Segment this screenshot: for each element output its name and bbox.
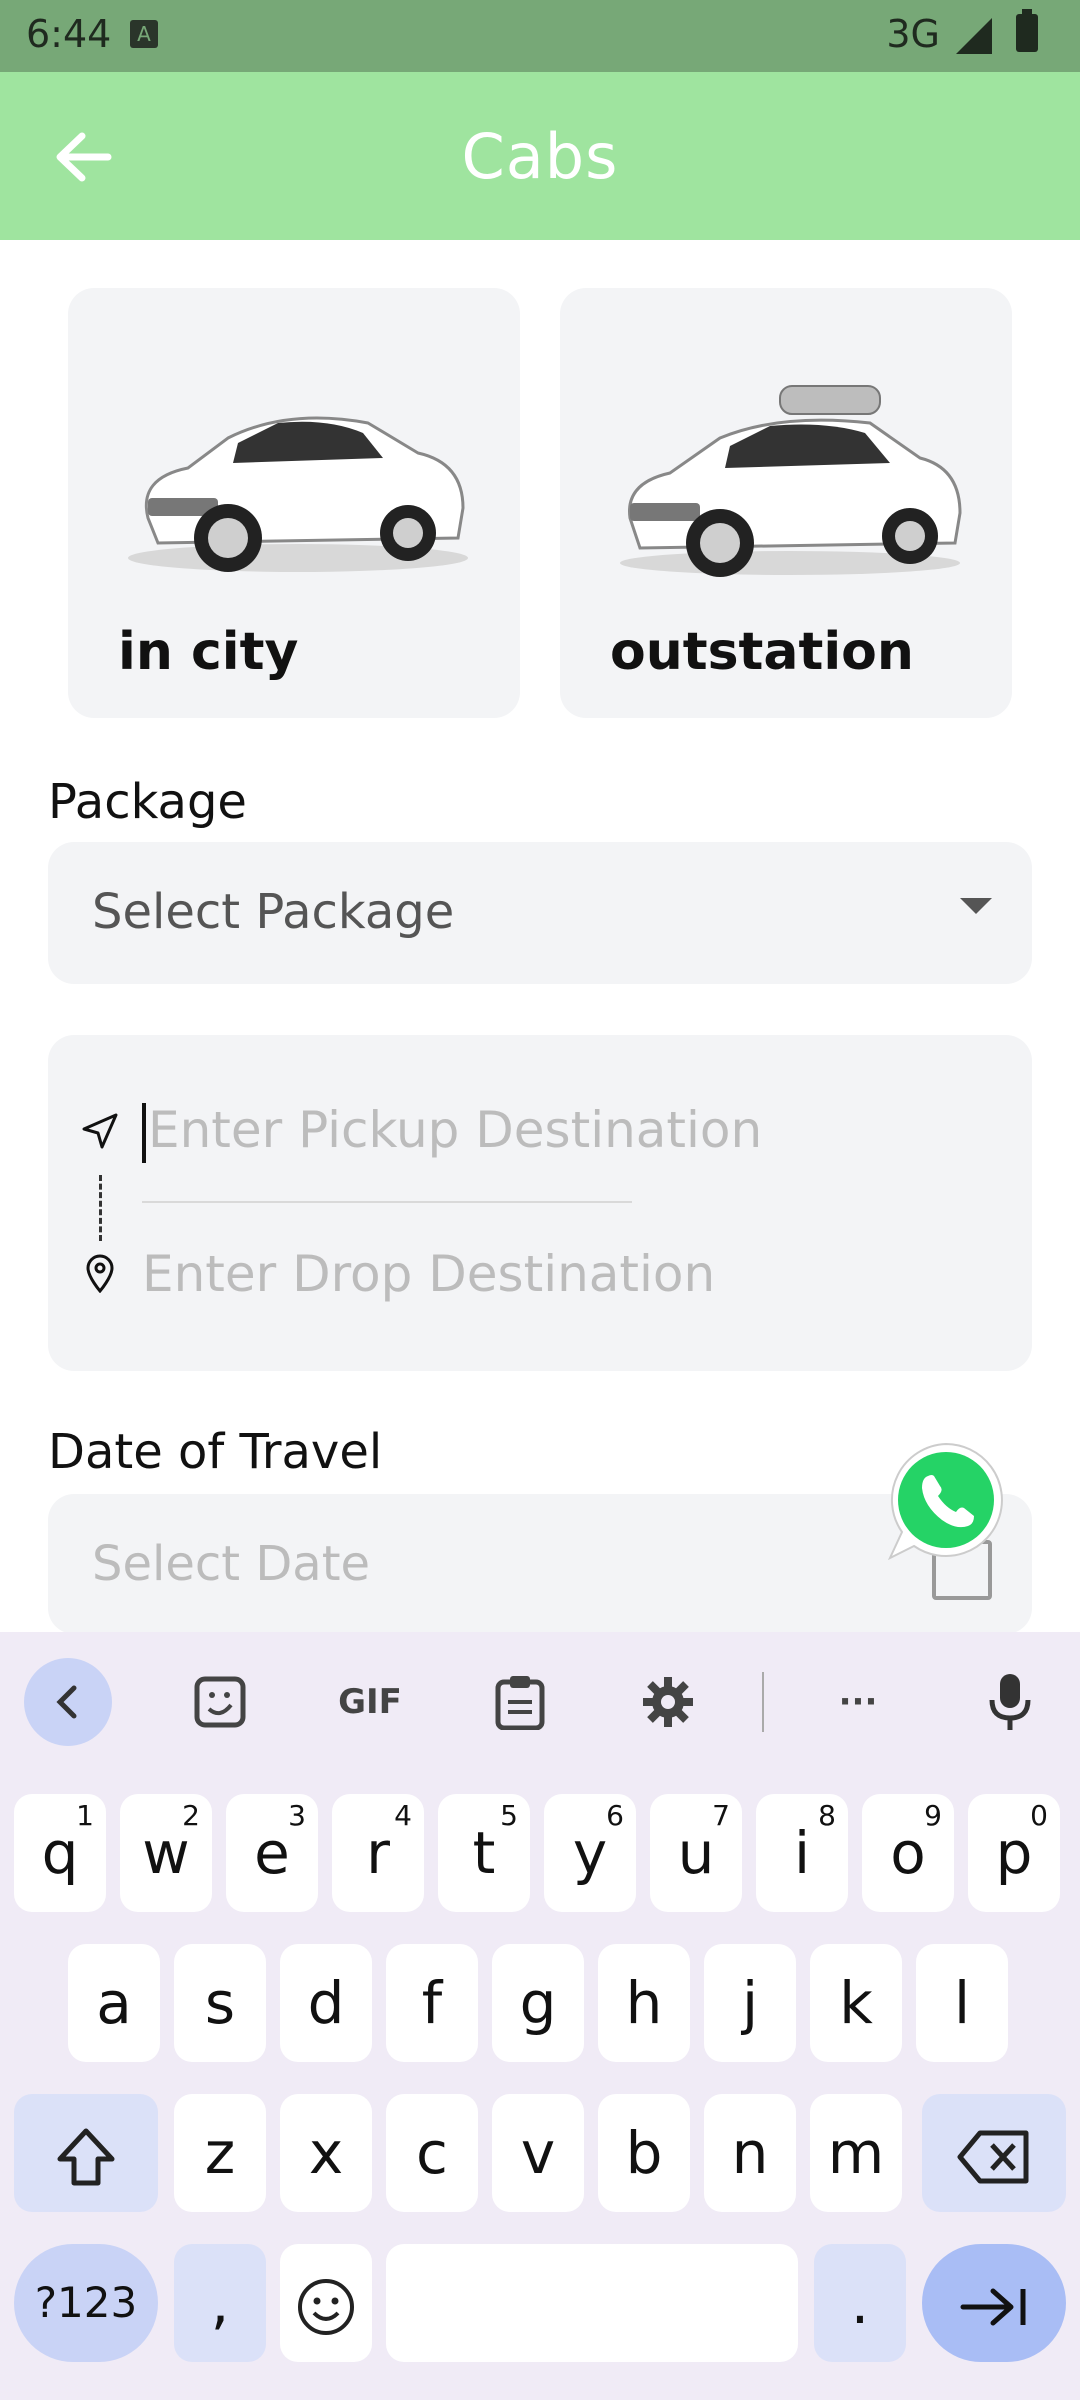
space-key[interactable] — [386, 2244, 798, 2362]
key-o[interactable]: o9 — [862, 1794, 954, 1912]
key-hint: 4 — [394, 1799, 412, 1832]
drop-destination-input[interactable]: Enter Drop Destination — [142, 1245, 715, 1303]
key-z[interactable]: z — [174, 2094, 266, 2212]
pickup-destination-input[interactable]: Enter Pickup Destination — [148, 1101, 762, 1159]
key-u[interactable]: u7 — [650, 1794, 742, 1912]
whatsapp-icon[interactable] — [886, 1440, 1006, 1570]
key-n[interactable]: n — [704, 2094, 796, 2212]
network-type: 3G — [886, 12, 940, 56]
key-label: i — [793, 1819, 811, 1887]
arrow-to-end-icon — [960, 2288, 1026, 2326]
cab-type-label: in city — [118, 622, 299, 682]
key-hint: 7 — [712, 1799, 730, 1832]
key-a[interactable]: a — [68, 1944, 160, 2062]
key-label: y — [572, 1819, 608, 1887]
key-label: p — [995, 1819, 1033, 1887]
sedan-car-image — [128, 416, 468, 572]
key-f[interactable]: f — [386, 1944, 478, 2062]
period-key[interactable]: . — [814, 2244, 906, 2362]
key-hint: 3 — [288, 1799, 306, 1832]
text-cursor — [142, 1103, 146, 1163]
navigation-arrow-icon — [82, 1113, 118, 1149]
key-t[interactable]: t5 — [438, 1794, 530, 1912]
date-picker-field[interactable]: Select Date — [48, 1494, 1032, 1634]
clipboard-icon[interactable] — [476, 1658, 564, 1746]
key-p[interactable]: p0 — [968, 1794, 1060, 1912]
key-h[interactable]: h — [598, 1944, 690, 2062]
key-hint: 0 — [1030, 1799, 1048, 1832]
notification-icon: A — [130, 20, 158, 48]
location-pin-icon — [86, 1254, 114, 1293]
key-j[interactable]: j — [704, 1944, 796, 2062]
key-hint: 6 — [606, 1799, 624, 1832]
caret-down-icon — [960, 898, 992, 914]
key-label: e — [254, 1819, 290, 1887]
signal-icon — [956, 18, 992, 54]
package-dropdown-value: Select Package — [92, 884, 455, 940]
enter-key[interactable] — [922, 2244, 1066, 2362]
key-x[interactable]: x — [280, 2094, 372, 2212]
page-title: Cabs — [461, 120, 619, 193]
microphone-icon[interactable] — [966, 1658, 1054, 1746]
shift-icon — [57, 2128, 115, 2186]
emoji-icon — [298, 2278, 354, 2335]
symbols-key[interactable]: ?123 — [14, 2244, 158, 2362]
car-with-roof-box-image — [620, 385, 962, 577]
key-s[interactable]: s — [174, 1944, 266, 2062]
cab-type-label: outstation — [610, 622, 914, 682]
package-label: Package — [48, 774, 247, 830]
date-picker-value: Select Date — [92, 1536, 371, 1592]
backspace-key[interactable] — [922, 2094, 1066, 2212]
key-hint: 9 — [924, 1799, 942, 1832]
key-hint: 1 — [76, 1799, 94, 1832]
key-m[interactable]: m — [810, 2094, 902, 2212]
key-label: q — [41, 1819, 79, 1887]
key-v[interactable]: v — [492, 2094, 584, 2212]
more-options-icon[interactable]: ··· — [814, 1658, 902, 1746]
key-hint: 8 — [818, 1799, 836, 1832]
key-r[interactable]: r4 — [332, 1794, 424, 1912]
key-w[interactable]: w2 — [120, 1794, 212, 1912]
status-time: 6:44 — [26, 12, 112, 56]
key-hint: 5 — [500, 1799, 518, 1832]
key-e[interactable]: e3 — [226, 1794, 318, 1912]
route-dashed-line — [99, 1175, 102, 1241]
toolbar-divider — [762, 1672, 764, 1732]
key-q[interactable]: q1 — [14, 1794, 106, 1912]
chevron-left-icon[interactable] — [24, 1658, 112, 1746]
route-card: Enter Pickup Destination Enter Drop Dest… — [48, 1035, 1032, 1371]
key-b[interactable]: b — [598, 2094, 690, 2212]
package-dropdown[interactable]: Select Package — [48, 842, 1032, 984]
key-label: r — [366, 1819, 390, 1887]
key-hint: 2 — [182, 1799, 200, 1832]
emoji-key[interactable] — [280, 2244, 372, 2362]
key-label: t — [472, 1819, 496, 1887]
key-label: o — [890, 1819, 926, 1887]
cab-type-outstation-card[interactable]: outstation — [560, 288, 1012, 718]
gif-button[interactable]: GIF — [326, 1658, 414, 1746]
comma-key[interactable]: , — [174, 2244, 266, 2362]
key-l[interactable]: l — [916, 1944, 1008, 2062]
date-of-travel-label: Date of Travel — [48, 1424, 383, 1480]
key-label: u — [677, 1819, 715, 1887]
app-bar: Cabs — [0, 72, 1080, 240]
key-y[interactable]: y6 — [544, 1794, 636, 1912]
key-c[interactable]: c — [386, 2094, 478, 2212]
battery-icon — [1016, 9, 1038, 52]
key-d[interactable]: d — [280, 1944, 372, 2062]
keyboard-toolbar: GIF ··· — [0, 1632, 1080, 1770]
route-divider — [142, 1201, 632, 1203]
gear-icon[interactable] — [624, 1658, 712, 1746]
sticker-icon[interactable] — [176, 1658, 264, 1746]
soft-keyboard: GIF ··· q1 w2 e3 r4 t5 y6 u7 i8 o9 p0 a … — [0, 1632, 1080, 2400]
key-g[interactable]: g — [492, 1944, 584, 2062]
key-i[interactable]: i8 — [756, 1794, 848, 1912]
shift-key[interactable] — [14, 2094, 158, 2212]
cab-type-in-city-card[interactable]: in city — [68, 288, 520, 718]
backspace-icon — [957, 2130, 1029, 2184]
status-bar: 6:44 A 3G — [0, 0, 1080, 72]
key-k[interactable]: k — [810, 1944, 902, 2062]
